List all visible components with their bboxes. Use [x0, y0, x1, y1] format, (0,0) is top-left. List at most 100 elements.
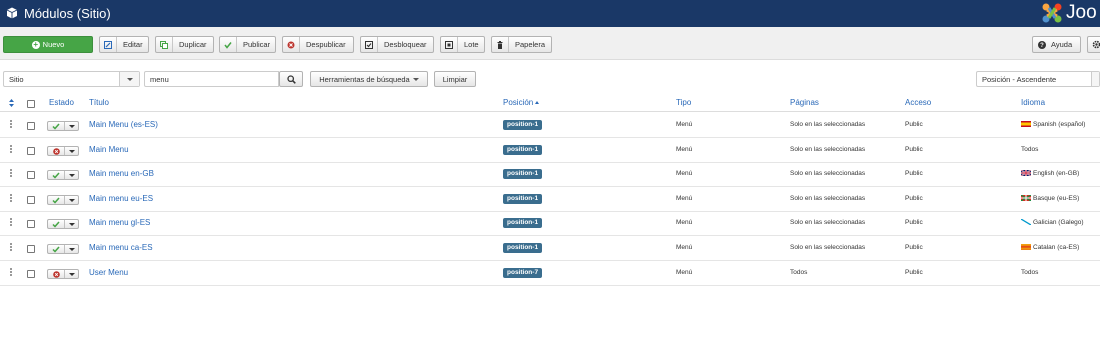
help-button[interactable]: ? Ayuda [1032, 36, 1081, 53]
check-icon [220, 37, 237, 52]
access-cell: Public [905, 146, 923, 153]
status-toggle-button[interactable] [47, 269, 79, 279]
client-select-value: Sitio [9, 75, 24, 84]
client-select[interactable]: Sitio [3, 71, 140, 87]
published-check-icon [52, 197, 60, 204]
pages-cell: Solo en las seleccionadas [790, 195, 866, 202]
status-toggle-button[interactable] [47, 146, 79, 156]
edit-button[interactable]: Editar [99, 36, 149, 53]
sort-icon[interactable] [9, 99, 14, 107]
module-title-link[interactable]: Main Menu [89, 145, 129, 154]
flag-es-icon [1021, 121, 1031, 127]
access-cell: Public [905, 244, 923, 251]
position-badge: position-1 [503, 120, 543, 130]
sort-asc-icon [535, 101, 540, 104]
language-label: Spanish (español) [1033, 121, 1086, 128]
pages-cell: Solo en las seleccionadas [790, 121, 866, 128]
drag-handle-icon[interactable] [10, 145, 13, 153]
duplicate-button[interactable]: Duplicar [155, 36, 214, 53]
module-title-link[interactable]: Main menu ca-ES [89, 243, 153, 252]
caret-down-icon [69, 174, 75, 177]
row-checkbox[interactable] [27, 220, 35, 228]
edit-icon [100, 37, 117, 52]
drag-handle-icon[interactable] [10, 268, 13, 276]
publish-button[interactable]: Publicar [219, 36, 276, 53]
trash-button[interactable]: Papelera [491, 36, 552, 53]
row-checkbox[interactable] [27, 245, 35, 253]
search-input[interactable] [145, 72, 278, 86]
language-label: Galician (Galego) [1033, 219, 1084, 226]
column-header-access[interactable]: Acceso [905, 98, 931, 107]
drag-handle-icon[interactable] [10, 194, 13, 202]
options-button[interactable] [1087, 36, 1100, 53]
column-header-language[interactable]: Idioma [1021, 98, 1045, 107]
row-checkbox[interactable] [27, 147, 35, 155]
module-title-link[interactable]: Main menu en-GB [89, 169, 154, 178]
caret-down-icon [69, 223, 75, 226]
access-cell: Public [905, 219, 923, 226]
position-badge: position-1 [503, 243, 543, 253]
drag-handle-icon[interactable] [10, 218, 13, 226]
unpublish-button-label: Despublicar [306, 40, 346, 49]
row-checkbox[interactable] [27, 122, 35, 130]
module-title-link[interactable]: Main menu gl-ES [89, 218, 150, 227]
row-checkbox[interactable] [27, 171, 35, 179]
column-header-status[interactable]: Estado [49, 98, 74, 107]
status-toggle-button[interactable] [47, 219, 79, 229]
position-badge: position-1 [503, 218, 543, 228]
edit-button-label: Editar [123, 40, 143, 49]
search-tools-button[interactable]: Herramientas de búsqueda [310, 71, 428, 87]
column-header-pages[interactable]: Páginas [790, 98, 819, 107]
column-header-type[interactable]: Tipo [676, 98, 691, 107]
language-cell: Galician (Galego) [1021, 219, 1084, 226]
access-cell: Public [905, 195, 923, 202]
caret-down-icon [69, 199, 75, 202]
batch-button[interactable]: Lote [440, 36, 485, 53]
new-button[interactable]: + Nuevo [3, 36, 93, 53]
row-checkbox[interactable] [27, 270, 35, 278]
unlock-button[interactable]: Desbloquear [360, 36, 434, 53]
position-badge: position-1 [503, 194, 543, 204]
table-row: Main Menu position-1 Menú Solo en las selec… [0, 138, 1100, 163]
access-cell: Public [905, 170, 923, 177]
column-header-title[interactable]: Título [89, 98, 109, 107]
clear-button[interactable]: Limpiar [434, 71, 476, 87]
search-input-box[interactable] [144, 71, 279, 87]
module-title-link[interactable]: User Menu [89, 268, 128, 277]
status-toggle-button[interactable] [47, 170, 79, 180]
access-cell: Public [905, 121, 923, 128]
ordering-select[interactable]: Posición - Ascendente [976, 71, 1100, 87]
type-cell: Menú [676, 170, 693, 177]
published-check-icon [52, 221, 60, 228]
caret-down-icon [69, 273, 75, 276]
drag-handle-icon[interactable] [10, 243, 13, 251]
flag-gb-icon [1021, 170, 1031, 176]
language-label: Catalan (ca-ES) [1033, 244, 1080, 251]
module-title-link[interactable]: Main Menu (es-ES) [89, 120, 158, 129]
column-header-position[interactable]: Posición [503, 98, 540, 107]
duplicate-button-label: Duplicar [179, 40, 207, 49]
trash-icon [492, 37, 509, 52]
drag-handle-icon[interactable] [10, 120, 13, 128]
search-button[interactable] [279, 71, 303, 87]
toolbar: + Nuevo Editar Duplicar Publicar Despubl… [0, 27, 1100, 60]
language-label: Basque (eu-ES) [1033, 195, 1080, 202]
status-toggle-button[interactable] [47, 121, 79, 131]
module-title-link[interactable]: Main menu eu-ES [89, 194, 153, 203]
search-tools-label: Herramientas de búsqueda [319, 74, 410, 84]
language-cell: Todos [1021, 146, 1038, 153]
pages-cell: Solo en las seleccionadas [790, 146, 866, 153]
search-icon [286, 74, 296, 84]
status-toggle-button[interactable] [47, 195, 79, 205]
published-check-icon [52, 246, 60, 253]
row-checkbox[interactable] [27, 196, 35, 204]
unpublish-button[interactable]: Despublicar [282, 36, 354, 53]
flag-gl-icon [1021, 219, 1031, 225]
publish-button-label: Publicar [243, 40, 271, 49]
language-cell: Spanish (español) [1021, 121, 1085, 128]
flag-eu-icon [1021, 195, 1031, 201]
select-all-checkbox[interactable] [27, 100, 35, 108]
status-toggle-button[interactable] [47, 244, 79, 254]
drag-handle-icon[interactable] [10, 169, 13, 177]
type-cell: Menú [676, 244, 693, 251]
